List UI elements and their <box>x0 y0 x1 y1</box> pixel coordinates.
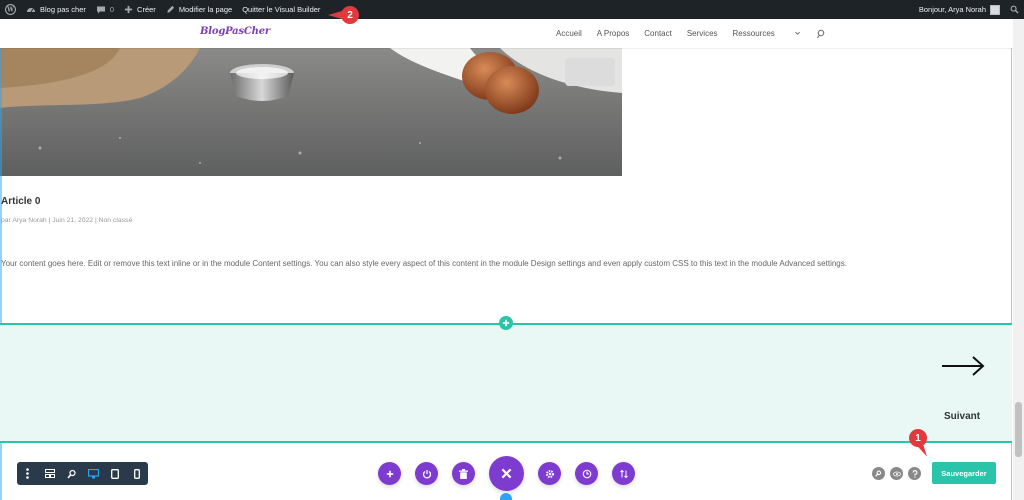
tablet-icon <box>111 468 120 479</box>
scrollbar[interactable] <box>1013 19 1024 500</box>
greeting-label: Bonjour, Arya Norah <box>918 5 986 14</box>
clear-layout-button[interactable] <box>452 462 475 485</box>
gear-icon <box>545 469 554 478</box>
save-button[interactable]: Sauvegarder <box>932 462 996 484</box>
preview-button[interactable] <box>890 467 903 480</box>
trash-icon <box>459 468 468 479</box>
search-icon <box>1010 5 1019 14</box>
pagination-section[interactable] <box>0 323 1012 443</box>
site-name-link[interactable]: Blog pas cher <box>21 0 91 19</box>
wordpress-icon: W <box>5 4 16 15</box>
help-icon <box>912 469 917 478</box>
close-builder-button[interactable] <box>489 456 524 491</box>
portability-button[interactable] <box>612 462 635 485</box>
nav-item-contact[interactable]: Contact <box>644 29 672 38</box>
scrollbar-thumb[interactable] <box>1015 402 1022 457</box>
annotation-step-1: 1 <box>909 429 927 447</box>
plus-icon <box>124 5 133 14</box>
help-button[interactable] <box>908 467 921 480</box>
plus-icon <box>386 470 393 477</box>
featured-image <box>0 48 622 176</box>
new-content-label: Créer <box>137 5 156 14</box>
eye-icon <box>892 471 901 476</box>
phone-icon <box>134 468 140 479</box>
history-button[interactable] <box>575 462 598 485</box>
wordpress-menu[interactable]: W <box>0 0 21 19</box>
avatar <box>990 4 1000 15</box>
comments-count: 0 <box>109 5 115 14</box>
exit-visual-builder-label: Quitter le Visual Builder <box>242 5 321 14</box>
desktop-icon <box>87 468 99 478</box>
next-post-link[interactable]: Suivant <box>944 411 980 422</box>
annotation-pointer <box>328 11 342 19</box>
main-nav: Accueil A Propos Contact Services Ressou… <box>556 19 826 48</box>
add-section-button[interactable] <box>499 316 513 330</box>
svg-text:W: W <box>6 7 14 14</box>
find-module-button[interactable] <box>872 467 885 480</box>
tablet-view-button[interactable] <box>104 462 126 485</box>
edit-page-label: Modifier la page <box>178 5 233 14</box>
menu-dots-icon <box>26 468 30 479</box>
dashboard-icon <box>27 7 35 12</box>
comments-link[interactable]: 0 <box>91 0 119 19</box>
admin-search-button[interactable] <box>1005 0 1024 19</box>
desktop-view-button[interactable] <box>82 462 104 485</box>
nav-item-services[interactable]: Services <box>687 29 718 38</box>
nav-item-ressources-label: Ressources <box>732 29 775 38</box>
plus-icon <box>502 319 510 327</box>
exit-visual-builder-link[interactable]: Quitter le Visual Builder <box>237 0 325 19</box>
load-layout-button[interactable] <box>415 462 438 485</box>
article-body: Your content goes here. Edit or remove t… <box>1 259 847 268</box>
site-header: BlogPasCher Accueil A Propos Contact Ser… <box>0 19 1013 48</box>
layout-icon <box>44 469 55 478</box>
nav-item-a-propos[interactable]: A Propos <box>597 29 629 38</box>
arrow-right-icon[interactable] <box>941 355 985 377</box>
comment-icon <box>96 6 105 13</box>
site-logo[interactable]: BlogPasCher <box>200 26 270 37</box>
zoom-icon <box>66 469 76 478</box>
site-name-label: Blog pas cher <box>40 5 86 14</box>
article-title: Article 0 <box>1 196 41 207</box>
add-row-button[interactable] <box>500 493 512 500</box>
add-module-button[interactable] <box>378 462 401 485</box>
wireframe-view-button[interactable] <box>39 462 61 485</box>
annotation-step-2: 2 <box>341 6 359 24</box>
close-icon <box>501 468 512 479</box>
zoom-icon <box>875 470 882 477</box>
nav-item-ressources[interactable]: Ressources <box>733 29 801 38</box>
power-icon <box>422 469 431 478</box>
phone-view-button[interactable] <box>126 462 148 485</box>
article-meta: par Arya Norah | Juin 21, 2022 | Non cla… <box>1 217 133 224</box>
builder-view-bar <box>17 462 148 485</box>
edit-page-link[interactable]: Modifier la page <box>161 0 237 19</box>
sort-icon <box>619 469 628 478</box>
zoom-view-button[interactable] <box>61 462 83 485</box>
chevron-down-icon <box>794 31 800 35</box>
admin-bar: W Blog pas cher 0 Créer Modifier la page… <box>0 0 1024 19</box>
search-icon[interactable] <box>816 29 826 39</box>
account-menu[interactable]: Bonjour, Arya Norah <box>914 0 1005 19</box>
history-icon <box>582 469 591 478</box>
nav-item-accueil[interactable]: Accueil <box>556 29 582 38</box>
page-settings-button[interactable] <box>538 462 561 485</box>
pencil-icon <box>167 5 174 13</box>
builder-menu-button[interactable] <box>17 462 39 485</box>
new-content-link[interactable]: Créer <box>119 0 161 19</box>
